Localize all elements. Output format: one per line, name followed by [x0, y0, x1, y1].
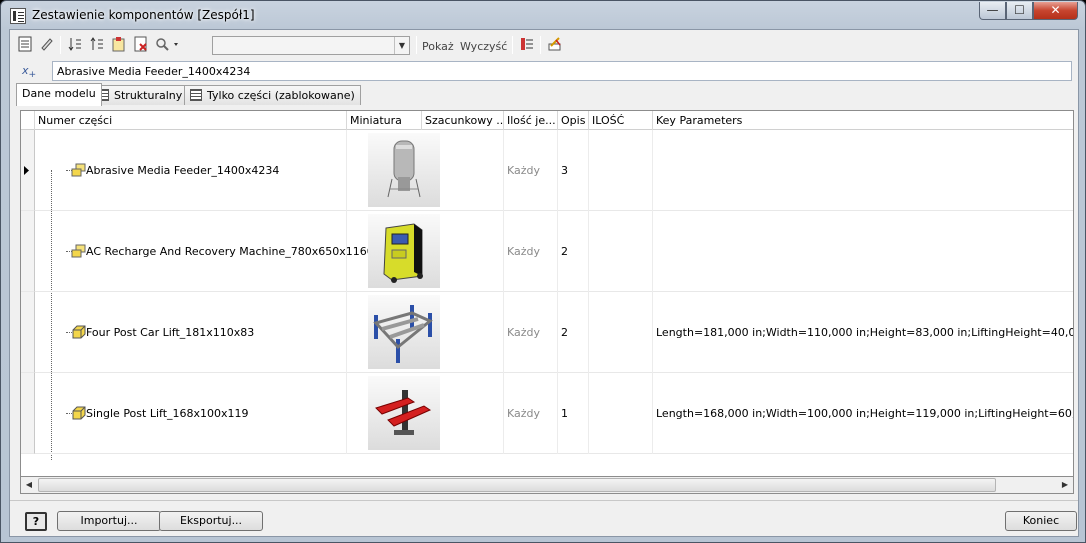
filter-combo[interactable]: ▼ — [212, 36, 410, 55]
scrollbar-thumb[interactable] — [38, 478, 996, 492]
export-button[interactable]: Eksportuj... — [159, 511, 263, 531]
part-number-cell[interactable]: Single Post Lift_168x100x119 — [83, 373, 347, 454]
qty-cell[interactable] — [589, 373, 653, 454]
minimize-button[interactable]: — — [979, 2, 1006, 20]
done-button[interactable]: Koniec — [1005, 511, 1077, 531]
close-window-button[interactable]: ✕ — [1033, 2, 1078, 20]
key-parameters-cell[interactable]: Length=168,000 in;Width=100,000 in;Heigh… — [653, 373, 1073, 454]
parts-list-icon[interactable] — [518, 36, 536, 54]
parts-list-icon-graphic — [521, 38, 533, 50]
find-dropdown-icon-graphic — [156, 38, 178, 51]
bom-grid: Numer części Miniatura Szacunkowy ... Il… — [20, 110, 1074, 494]
tab-label: Tylko części (zablokowane) — [207, 89, 355, 102]
show-button[interactable]: Pokaż — [422, 40, 454, 53]
unit-qty-cell[interactable]: Każdy — [504, 130, 558, 211]
part-number-cell[interactable]: Four Post Car Lift_181x110x83 — [83, 292, 347, 373]
divider — [10, 500, 1078, 501]
dialog-client: ▼ Pokaż Wyczyść x+ Abrasive Media Feeder… — [9, 29, 1079, 537]
estimated-cell[interactable] — [422, 292, 504, 373]
parts-only-icon — [190, 89, 202, 101]
toolbar: ▼ Pokaż Wyczyść — [14, 33, 574, 57]
bom-app-icon — [10, 8, 26, 24]
chevron-down-icon[interactable]: ▼ — [394, 37, 409, 54]
scroll-left-icon[interactable]: ◀ — [21, 477, 37, 493]
unit-qty-cell[interactable]: Każdy — [504, 292, 558, 373]
column-header-key-parameters[interactable]: Key Parameters — [653, 111, 1073, 130]
column-header-estimated[interactable]: Szacunkowy ... — [422, 111, 504, 130]
key-parameters-cell[interactable] — [653, 211, 1073, 292]
renumber-icon-graphic — [112, 37, 125, 52]
table-row[interactable]: Single Post Lift_168x100x119 Każdy 1 Len… — [35, 373, 1073, 454]
title-bar[interactable]: Zestawienie komponentów [Zespół1] — ☐ ✕ — [1, 1, 1085, 29]
column-header-unit-qty[interactable]: Ilość je... — [504, 111, 558, 130]
current-row-arrow-icon — [24, 166, 29, 175]
part-number-cell[interactable]: AC Recharge And Recovery Machine_780x650… — [83, 211, 374, 292]
maximize-button[interactable]: ☐ — [1006, 2, 1033, 20]
find-dropdown-icon[interactable] — [154, 36, 182, 54]
bom-view-icon[interactable] — [16, 36, 34, 54]
tab-label: Strukturalny — [114, 89, 183, 102]
update-icon-graphic — [548, 37, 561, 51]
tab-label: Dane modelu — [22, 87, 96, 100]
toolbar-separator — [60, 36, 61, 54]
key-parameters-cell[interactable]: Length=181,000 in;Width=110,000 in;Heigh… — [653, 292, 1073, 373]
toolbar-separator — [540, 36, 541, 54]
qty-cell[interactable] — [589, 211, 653, 292]
update-icon[interactable] — [546, 36, 564, 54]
unit-qty-cell[interactable]: Każdy — [504, 211, 558, 292]
row-selector[interactable] — [21, 292, 35, 373]
key-parameters-cell[interactable] — [653, 130, 1073, 211]
selected-component-field[interactable]: Abrasive Media Feeder_1400x4234 — [52, 61, 1072, 81]
clear-button[interactable]: Wyczyść — [460, 40, 507, 53]
help-button[interactable]: ? — [25, 512, 47, 531]
toolbar-separator — [512, 36, 513, 54]
tab-structured[interactable]: Strukturalny — [91, 85, 189, 105]
table-row[interactable]: Abrasive Media Feeder_1400x4234 Każdy 3 — [35, 130, 1073, 211]
sort-descending-icon-graphic — [90, 37, 103, 50]
qty-cell[interactable] — [589, 292, 653, 373]
column-header-qty[interactable]: ILOŚĆ — [589, 111, 653, 130]
tab-model-data[interactable]: Dane modelu — [16, 83, 102, 106]
sort-descending-icon[interactable] — [88, 36, 106, 54]
horizontal-scrollbar[interactable]: ◀ ▶ — [20, 476, 1074, 494]
sort-ascending-icon-graphic — [68, 38, 81, 51]
window-title: Zestawienie komponentów [Zespół1] — [32, 8, 255, 22]
delete-rows-icon[interactable] — [132, 36, 150, 54]
grid-header: Numer części Miniatura Szacunkowy ... Il… — [21, 111, 1073, 130]
description-cell[interactable]: 1 — [558, 373, 589, 454]
x-subscript-icon[interactable]: x+ — [22, 62, 42, 80]
toolbar-separator — [416, 36, 417, 54]
row-selector[interactable] — [21, 211, 35, 292]
row-header-corner — [21, 111, 35, 130]
description-cell[interactable]: 2 — [558, 292, 589, 373]
column-header-thumbnail[interactable]: Miniatura — [347, 111, 422, 130]
table-row[interactable]: Four Post Car Lift_181x110x83 Każdy 2 Le… — [35, 292, 1073, 373]
estimated-cell[interactable] — [422, 373, 504, 454]
path-row: x+ Abrasive Media Feeder_1400x4234 — [18, 61, 1076, 81]
edit-icon[interactable] — [38, 36, 56, 54]
edit-icon-graphic — [41, 38, 53, 51]
bom-window: Zestawienie komponentów [Zespół1] — ☐ ✕ — [0, 0, 1086, 543]
description-cell[interactable]: 2 — [558, 211, 589, 292]
row-selector[interactable] — [21, 130, 35, 211]
estimated-cell[interactable] — [422, 211, 504, 292]
unit-qty-cell[interactable]: Każdy — [504, 373, 558, 454]
column-header-part-number[interactable]: Numer części — [35, 111, 347, 130]
sort-ascending-icon[interactable] — [66, 36, 84, 54]
qty-cell[interactable] — [589, 130, 653, 211]
estimated-cell[interactable] — [422, 130, 504, 211]
renumber-icon[interactable] — [110, 36, 128, 54]
bom-view-icon-graphic — [18, 36, 32, 52]
table-row[interactable]: AC Recharge And Recovery Machine_780x650… — [35, 211, 1073, 292]
import-button[interactable]: Importuj... — [57, 511, 161, 531]
row-selector[interactable] — [21, 373, 35, 454]
part-number-cell[interactable]: Abrasive Media Feeder_1400x4234 — [83, 130, 347, 211]
scroll-right-icon[interactable]: ▶ — [1057, 477, 1073, 493]
delete-rows-icon-graphic — [134, 36, 147, 52]
column-header-description[interactable]: Opis — [558, 111, 589, 130]
description-cell[interactable]: 3 — [558, 130, 589, 211]
tab-parts-only[interactable]: Tylko części (zablokowane) — [184, 85, 361, 105]
